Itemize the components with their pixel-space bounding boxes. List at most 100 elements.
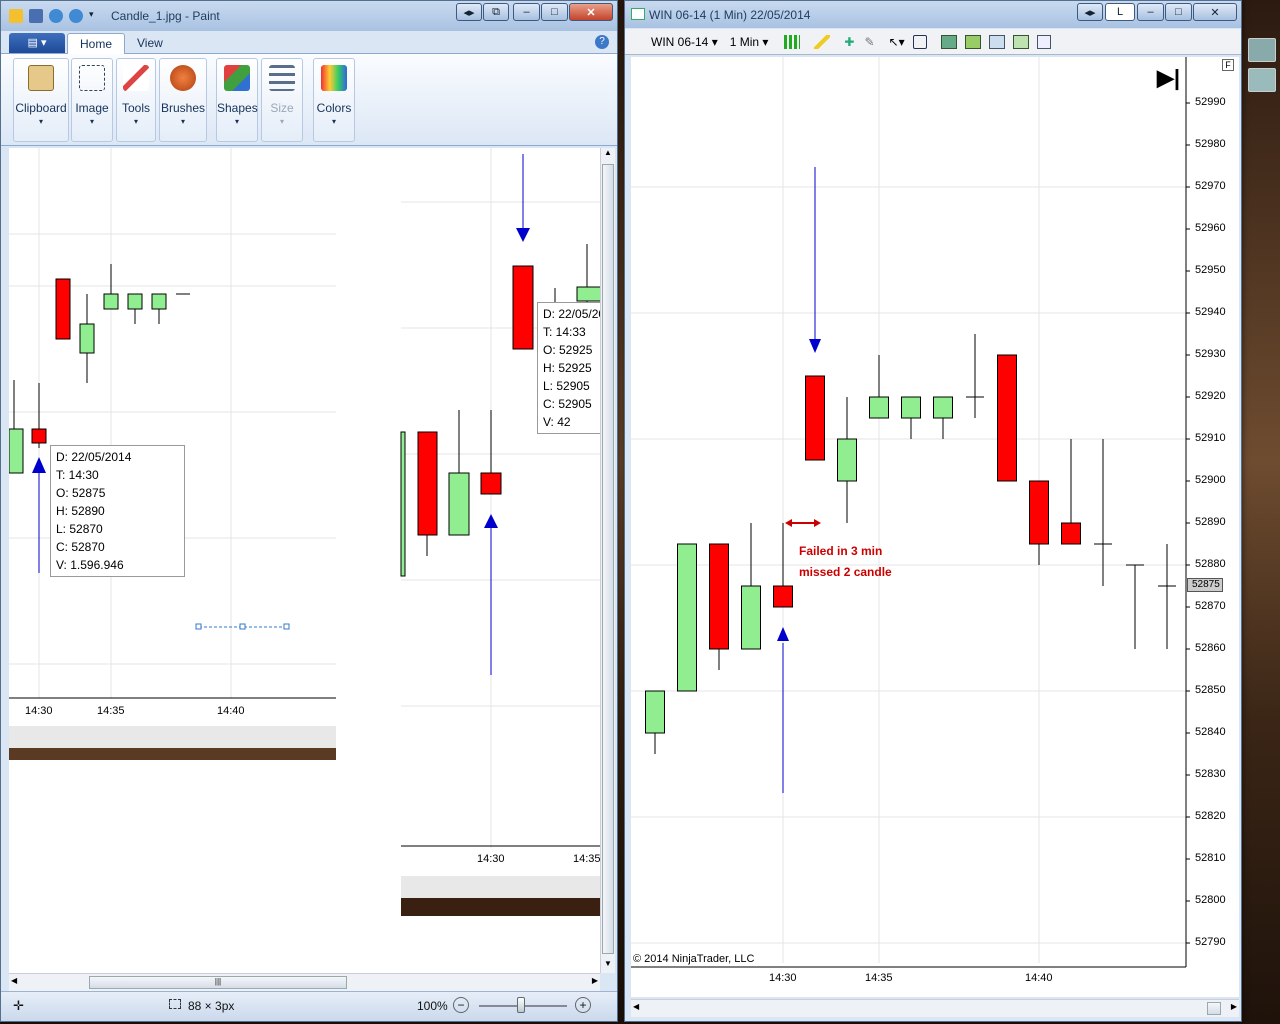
zoom-icon[interactable] <box>912 34 927 49</box>
side-icon-1[interactable] <box>1248 38 1276 62</box>
nt-toolbar: WIN 06-14 ▾ 1 Min ▾ ✚ ✎ ↖▾ <box>625 29 1241 55</box>
zoom-in-button[interactable]: + <box>575 997 591 1013</box>
properties-icon[interactable] <box>1036 34 1051 49</box>
vertical-scroll-thumb[interactable] <box>602 164 614 954</box>
customize-qat-icon[interactable]: ▾ <box>89 9 103 23</box>
right-chart-down-arrow <box>516 154 530 242</box>
crosshair-icon[interactable]: ✚ <box>844 35 854 49</box>
nt-extra-icon[interactable]: ◂▸ <box>1077 3 1103 21</box>
indicators-icon[interactable] <box>940 34 957 49</box>
brush-icon <box>170 65 196 91</box>
paint-canvas[interactable]: 14:30 14:35 14:40 14:30 14:35 D: 22/05/2… <box>9 148 600 973</box>
ribbon-tabs: ▤ ▾ Home View ? <box>1 31 617 54</box>
chart-style-icon[interactable] <box>988 34 1005 49</box>
f-button[interactable]: F <box>1222 59 1234 71</box>
nt-scroll-right-arrow[interactable]: ▶ <box>1231 1002 1237 1011</box>
drawing-tool-icon[interactable] <box>814 34 831 49</box>
up-arrow-head <box>777 627 789 641</box>
nt-scroll-left-arrow[interactable]: ◀ <box>633 1002 639 1011</box>
paint-titlebar: ▾ Candle_1.jpg - Paint ◂▸ ⧉ – □ ✕ <box>1 1 617 31</box>
copyright-text: © 2014 NinjaTrader, LLC <box>633 953 755 965</box>
candle-tooltip-1: D: 22/05/2014 T: 14:30 O: 52875 H: 52890… <box>50 445 185 577</box>
right-xlabel-1: 14:30 <box>477 853 505 865</box>
paint-extra-icon[interactable]: ◂▸ <box>456 3 482 21</box>
zoom-slider-thumb[interactable] <box>517 997 525 1013</box>
candlestick-chart <box>631 57 1190 968</box>
pin-icon[interactable]: ✎ <box>864 35 874 49</box>
scroll-left-arrow[interactable]: ◀ <box>11 976 17 985</box>
candle-body <box>933 396 953 419</box>
annotation-failed: Failed in 3 min <box>799 544 883 558</box>
dashed-selection <box>195 623 290 630</box>
paint-pin-icon[interactable]: ⧉ <box>483 3 509 21</box>
paint-horizontal-scrollbar[interactable]: ◀ ||| ▶ <box>9 973 600 991</box>
horizontal-scroll-thumb[interactable]: ||| <box>89 976 347 989</box>
nt-titlebar: WIN 06-14 (1 Min) 22/05/2014 ◂▸ L – □ ✕ <box>625 1 1241 28</box>
selection-size: 88 × 3px <box>188 999 235 1013</box>
left-xlabel-3: 14:40 <box>217 705 245 717</box>
tab-home[interactable]: Home <box>67 33 126 54</box>
right-chart-dark-strip <box>401 898 600 916</box>
paint-app-icon <box>9 9 23 23</box>
colors-group[interactable]: Colors ▾ <box>313 58 355 142</box>
undo-icon[interactable] <box>49 9 63 23</box>
help-icon[interactable]: ? <box>595 35 609 49</box>
nt-close-button[interactable]: ✕ <box>1193 3 1237 21</box>
annotation-missed: missed 2 candle <box>799 565 892 579</box>
palette-icon <box>321 65 347 91</box>
time-label: 14:40 <box>1025 972 1053 984</box>
price-label: 52840 <box>1195 726 1226 738</box>
nt-minimize-button[interactable]: – <box>1137 3 1164 21</box>
scroll-down-arrow[interactable]: ▼ <box>601 959 615 973</box>
nt-link-button[interactable]: L <box>1105 3 1135 21</box>
price-label: 52900 <box>1195 474 1226 486</box>
nt-scroll-thumb[interactable] <box>1207 1002 1221 1015</box>
zoom-level: 100% <box>417 999 448 1013</box>
paint-window-title: Candle_1.jpg - Paint <box>111 9 220 23</box>
nt-horizontal-scrollbar[interactable]: ◀ ▶ <box>631 999 1239 1017</box>
price-label: 52870 <box>1195 600 1226 612</box>
candle-tooltip-2: D: 22/05/20 T: 14:33 O: 52925 H: 52925 L… <box>537 302 600 434</box>
zoom-out-button[interactable]: − <box>453 997 469 1013</box>
save-icon[interactable] <box>29 9 43 23</box>
price-label: 52940 <box>1195 306 1226 318</box>
strategies-icon[interactable] <box>964 34 981 49</box>
brushes-group[interactable]: Brushes ▾ <box>159 58 207 142</box>
left-chart-dark-strip <box>9 748 336 760</box>
paint-menu-button[interactable]: ▤ ▾ <box>9 33 65 53</box>
bar-type-icon[interactable] <box>784 34 801 49</box>
tools-group[interactable]: Tools ▾ <box>116 58 156 142</box>
nt-maximize-button[interactable]: □ <box>1165 3 1192 21</box>
instrument-selector[interactable]: WIN 06-14 ▾ <box>651 35 718 49</box>
left-chart-up-arrow <box>32 457 46 573</box>
interval-selector[interactable]: 1 Min ▾ <box>730 35 769 49</box>
clipboard-group[interactable]: Clipboard ▾ <box>13 58 69 142</box>
paint-minimize-button[interactable]: – <box>513 3 540 21</box>
scroll-right-arrow[interactable]: ▶ <box>592 976 598 985</box>
left-chart-grid <box>9 148 336 698</box>
pointer-icon[interactable]: ↖▾ <box>889 35 905 49</box>
down-arrow-head <box>809 339 821 353</box>
time-label: 14:35 <box>865 972 893 984</box>
ninjatrader-window: WIN 06-14 (1 Min) 22/05/2014 ◂▸ L – □ ✕ … <box>624 0 1242 1022</box>
nt-chart-panel[interactable]: ▶| F Failed in 3 min missed 2 candle © 2… <box>631 57 1239 997</box>
right-chart-up-arrow <box>484 514 498 675</box>
scroll-up-arrow[interactable]: ▲ <box>601 148 615 162</box>
candle-body <box>1061 522 1081 545</box>
candle-body <box>709 543 729 650</box>
failed-range-right-head <box>814 519 821 527</box>
tab-view[interactable]: View <box>125 33 175 54</box>
image-group[interactable]: Image ▾ <box>71 58 113 142</box>
paint-vertical-scrollbar[interactable]: ▲ ▼ <box>600 148 615 973</box>
paint-maximize-button[interactable]: □ <box>541 3 568 21</box>
price-label: 52810 <box>1195 852 1226 864</box>
data-box-icon[interactable] <box>1012 34 1029 49</box>
shapes-group[interactable]: Shapes ▾ <box>216 58 258 142</box>
side-icon-2[interactable] <box>1248 68 1276 92</box>
redo-icon[interactable] <box>69 9 83 23</box>
paint-close-button[interactable]: ✕ <box>569 3 613 21</box>
price-label: 52860 <box>1195 642 1226 654</box>
candle-body <box>1029 480 1049 545</box>
clipboard-icon <box>28 65 54 91</box>
scroll-to-end-icon[interactable]: ▶| <box>1157 65 1180 91</box>
